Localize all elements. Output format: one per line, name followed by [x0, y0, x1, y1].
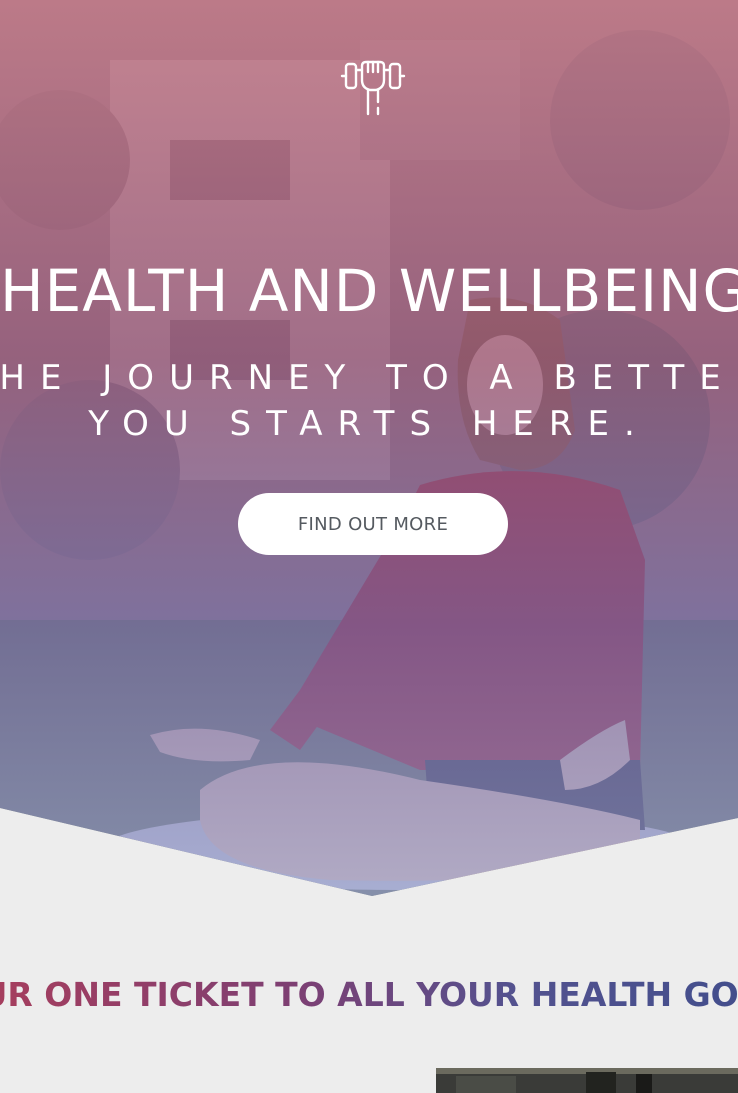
- hero-title: HEALTH AND WELLBEING: [0, 257, 738, 325]
- hero-section: HEALTH AND WELLBEING THE JOURNEY TO A BE…: [0, 0, 738, 896]
- find-out-more-button[interactable]: FIND OUT MORE: [238, 493, 508, 555]
- preview-photo: [436, 1068, 738, 1093]
- hero-gradient-overlay: [0, 0, 738, 896]
- hero-subtitle: THE JOURNEY TO A BETTER YOU STARTS HERE.: [0, 358, 738, 444]
- content-preview-image: [436, 1068, 738, 1093]
- section-tagline: YOUR ONE TICKET TO ALL YOUR HEALTH GOALS: [0, 972, 738, 1018]
- section-tagline-text: YOUR ONE TICKET TO ALL YOUR HEALTH GOALS: [7, 975, 738, 1014]
- hand-lifting-dumbbell-icon: [340, 60, 406, 116]
